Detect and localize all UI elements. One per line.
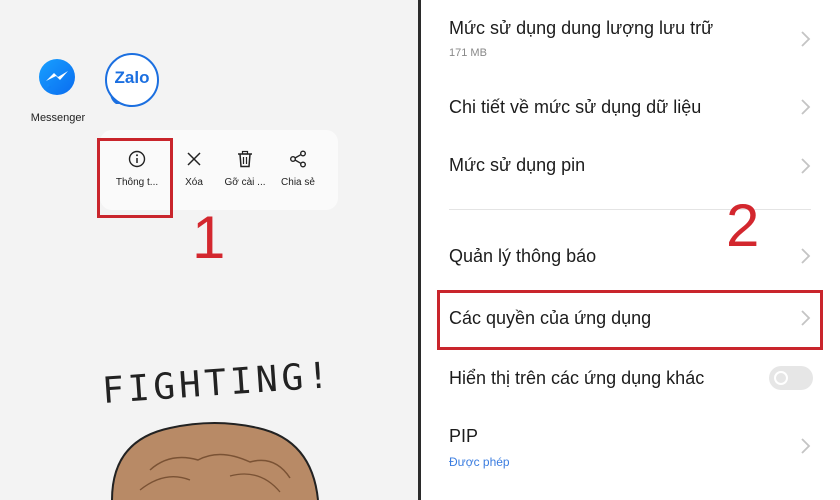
settings-row-notifications[interactable]: Quản lý thông báo [421, 230, 840, 284]
chevron-right-icon [801, 158, 811, 174]
step-number-2: 2 [726, 192, 760, 259]
display-over-apps-toggle[interactable] [769, 366, 813, 390]
toggle-knob [774, 371, 788, 385]
settings-row-pip[interactable]: PIP Được phép [421, 418, 840, 490]
wallpaper-illustration [111, 422, 319, 500]
app-permissions-highlight-box [437, 290, 823, 350]
row-subtitle: Được phép [449, 455, 510, 469]
row-title: PIP [449, 426, 479, 446]
row-title: Chi tiết về mức sử dụng dữ liệu [449, 97, 702, 117]
chevron-right-icon [801, 31, 811, 47]
home-screen-panel: Messenger Zalo Thông t... Xóa Gỡ cài ...… [0, 0, 418, 500]
row-subtitle: 171 MB [449, 47, 487, 59]
chevron-right-icon [801, 438, 811, 454]
row-title: Mức sử dụng pin [449, 155, 586, 175]
chevron-right-icon [801, 99, 811, 115]
settings-row-storage-usage[interactable]: Mức sử dụng dung lượng lưu trữ 171 MB [421, 0, 840, 74]
settings-row-battery-usage[interactable]: Mức sử dụng pin [421, 140, 840, 194]
settings-row-data-usage[interactable]: Chi tiết về mức sử dụng dữ liệu [421, 80, 840, 134]
app-info-settings-panel: Mức sử dụng dung lượng lưu trữ 171 MB Ch… [421, 0, 840, 500]
row-title: Mức sử dụng dung lượng lưu trữ [449, 18, 714, 38]
row-title: Hiển thị trên các ứng dụng khác [449, 368, 705, 388]
chevron-right-icon [801, 248, 811, 264]
row-title: Quản lý thông báo [449, 246, 597, 266]
